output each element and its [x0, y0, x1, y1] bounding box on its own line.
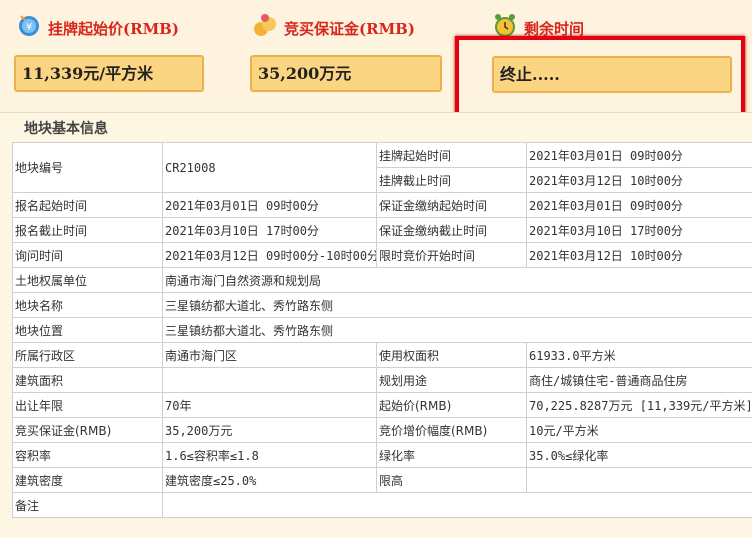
reg-end-label: 报名截止时间 — [12, 217, 163, 243]
land-no-label: 地块编号 — [12, 142, 163, 193]
inquiry-value: 2021年03月12日 09时00分-10时00分 — [162, 242, 377, 268]
height-value — [526, 467, 752, 493]
district-value: 南通市海门区 — [162, 342, 377, 368]
timed-bid-label: 限时竞价开始时间 — [376, 242, 527, 268]
owner-label: 土地权属单位 — [12, 267, 163, 293]
deposit-end-value: 2021年03月10日 17时00分 — [526, 217, 752, 243]
build-area-label: 建筑面积 — [12, 367, 163, 393]
inquiry-label: 询问时间 — [12, 242, 163, 268]
section-header: 地块基本信息 — [0, 112, 752, 141]
table-row: 所属行政区 南通市海门区 使用权面积 61933.0平方米 — [12, 342, 752, 368]
district-label: 所属行政区 — [12, 342, 163, 368]
area-value: 61933.0平方米 — [526, 342, 752, 368]
reg-start-value: 2021年03月01日 09时00分 — [162, 192, 377, 218]
increment-value: 10元/平方米 — [526, 417, 752, 443]
reg-end-value: 2021年03月10日 17时00分 — [162, 217, 377, 243]
alarm-clock-icon — [492, 12, 518, 38]
far-label: 容积率 — [12, 442, 163, 468]
density-label: 建筑密度 — [12, 467, 163, 493]
deposit-end-label: 保证金缴纳截止时间 — [376, 217, 527, 243]
start-price-value: 11,339元/平方米 — [14, 55, 204, 92]
table-row: 建筑密度 建筑密度≤25.0% 限高 — [12, 467, 752, 493]
location-label: 地块位置 — [12, 317, 163, 343]
table-row: 地块名称 三星镇纺都大道北、秀竹路东侧 — [12, 292, 752, 318]
table-row: 容积率 1.6≤容积率≤1.8 绿化率 35.0%≤绿化率 — [12, 442, 752, 468]
summary-panel: ¥ 挂牌起始价(RMB) 11,339元/平方米 竞买保证金(RMB) 35,2… — [0, 0, 752, 118]
height-label: 限高 — [376, 467, 527, 493]
land-name-label: 地块名称 — [12, 292, 163, 318]
deposit-start-label: 保证金缴纳起始时间 — [376, 192, 527, 218]
list-start-value: 2021年03月01日 09时00分 — [526, 142, 752, 168]
section-title: 地块基本信息 — [24, 121, 108, 137]
list-end-value: 2021年03月12日 10时00分 — [526, 167, 752, 193]
table-row: 地块位置 三星镇纺都大道北、秀竹路东侧 — [12, 317, 752, 343]
table-row: 报名截止时间 2021年03月10日 17时00分 保证金缴纳截止时间 2021… — [12, 217, 752, 243]
table-row: 地块编号 CR21008 挂牌起始时间 2021年03月01日 09时00分 — [12, 142, 752, 193]
list-end-label: 挂牌截止时间 — [376, 167, 527, 193]
table-row: 出让年限 70年 起始价(RMB) 70,225.8287万元 [11,339元… — [12, 392, 752, 418]
timed-bid-value: 2021年03月12日 10时00分 — [526, 242, 752, 268]
coins-icon — [252, 12, 278, 38]
table-row: 报名起始时间 2021年03月01日 09时00分 保证金缴纳起始时间 2021… — [12, 192, 752, 218]
increment-label: 竞价增价幅度(RMB) — [376, 417, 527, 443]
usage-label: 规划用途 — [376, 367, 527, 393]
far-value: 1.6≤容积率≤1.8 — [162, 442, 377, 468]
svg-text:¥: ¥ — [26, 22, 32, 33]
deposit-row-label: 竞买保证金(RMB) — [12, 417, 163, 443]
start-price-row-label: 起始价(RMB) — [376, 392, 527, 418]
table-row: 土地权属单位 南通市海门自然资源和规划局 — [12, 267, 752, 293]
deposit-start-value: 2021年03月01日 09时00分 — [526, 192, 752, 218]
remark-value — [162, 492, 752, 518]
greening-value: 35.0%≤绿化率 — [526, 442, 752, 468]
deposit-label: 竞买保证金(RMB) — [284, 20, 415, 38]
land-info-table: 地块编号 CR21008 挂牌起始时间 2021年03月01日 09时00分 挂… — [12, 142, 752, 518]
list-start-label: 挂牌起始时间 — [376, 142, 527, 168]
density-value: 建筑密度≤25.0% — [162, 467, 377, 493]
usage-value: 商住/城镇住宅-普通商品住房 — [526, 367, 752, 393]
table-row: 备注 — [12, 492, 752, 518]
deposit-value: 35,200万元 — [250, 55, 442, 92]
owner-value: 南通市海门自然资源和规划局 — [162, 267, 752, 293]
build-area-value — [162, 367, 377, 393]
start-price-row-value: 70,225.8287万元 [11,339元/平方米] — [526, 392, 752, 418]
land-no-value: CR21008 — [162, 142, 377, 193]
remark-label: 备注 — [12, 492, 163, 518]
term-label: 出让年限 — [12, 392, 163, 418]
table-row: 建筑面积 规划用途 商住/城镇住宅-普通商品住房 — [12, 367, 752, 393]
start-price-label: 挂牌起始价(RMB) — [48, 20, 179, 38]
highlight-frame — [455, 36, 745, 118]
table-row: 竞买保证金(RMB) 35,200万元 竞价增价幅度(RMB) 10元/平方米 — [12, 417, 752, 443]
deposit-row-value: 35,200万元 — [162, 417, 377, 443]
location-value: 三星镇纺都大道北、秀竹路东侧 — [162, 317, 752, 343]
land-name-value: 三星镇纺都大道北、秀竹路东侧 — [162, 292, 752, 318]
money-bag-icon: ¥ — [16, 12, 42, 38]
reg-start-label: 报名起始时间 — [12, 192, 163, 218]
area-label: 使用权面积 — [376, 342, 527, 368]
greening-label: 绿化率 — [376, 442, 527, 468]
table-row: 询问时间 2021年03月12日 09时00分-10时00分 限时竞价开始时间 … — [12, 242, 752, 268]
term-value: 70年 — [162, 392, 377, 418]
